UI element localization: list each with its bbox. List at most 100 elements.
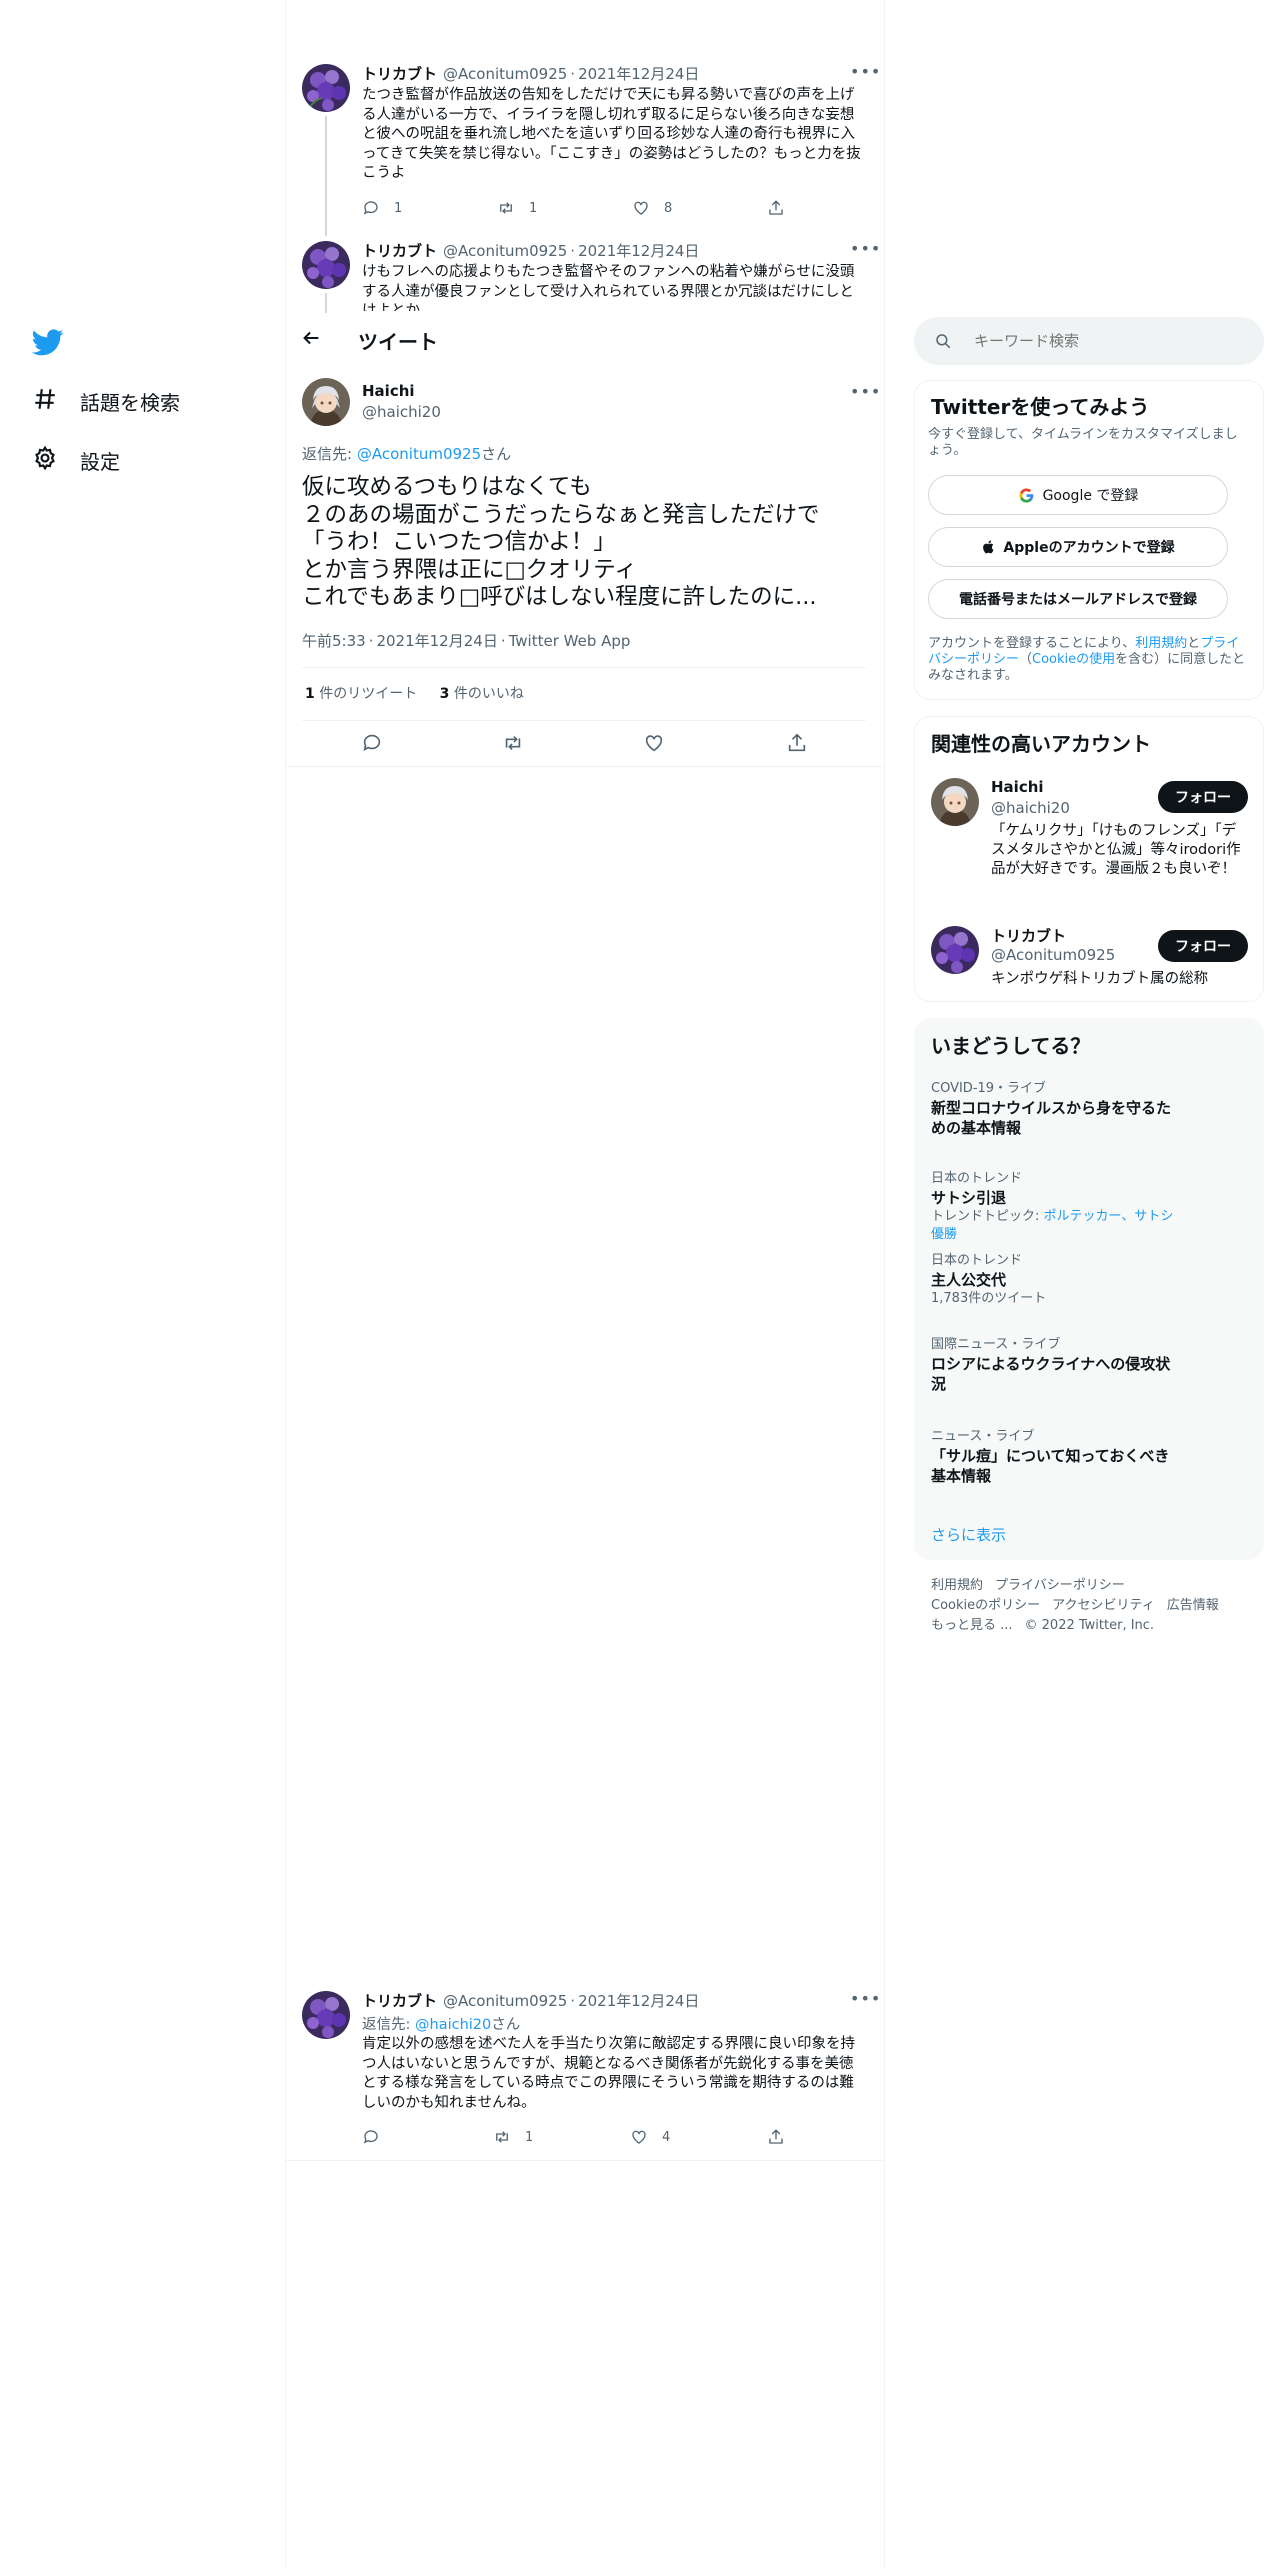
divider	[286, 2160, 884, 2161]
reply-to-line: 返信先: @Aconitum0925さん	[302, 445, 512, 463]
twitter-logo-icon[interactable]	[31, 326, 64, 358]
avatar-torikabuto[interactable]	[302, 241, 350, 289]
back-arrow-icon[interactable]	[300, 327, 324, 351]
tweet-author-name[interactable]: トリカブト	[362, 242, 437, 260]
nav-explore-label: 話題を検索	[80, 390, 180, 415]
nav-settings[interactable]: 設定	[32, 438, 120, 482]
reply-icon	[363, 2130, 378, 2144]
tweet-author-handle[interactable]: @Aconitum0925	[443, 1992, 567, 2010]
footer-privacy[interactable]: プライバシーポリシー	[995, 1578, 1125, 1593]
footer-accessibility[interactable]: アクセシビリティ	[1052, 1598, 1155, 1613]
footer-terms[interactable]: 利用規約	[931, 1578, 983, 1593]
tweet-timestamp: 午前5:33 · 2021年12月24日 · Twitter Web App	[302, 632, 631, 650]
share-icon	[769, 200, 783, 215]
reply-button[interactable]	[361, 732, 383, 754]
tweet-date[interactable]: 2021年12月24日	[578, 242, 699, 260]
tweet-date[interactable]: 2021年12月24日	[578, 1992, 699, 2010]
share-button[interactable]	[767, 2128, 785, 2146]
share-button[interactable]	[786, 732, 808, 754]
avatar-haichi[interactable]	[302, 378, 350, 426]
avatar-torikabuto[interactable]	[302, 1991, 350, 2039]
like-button[interactable]: 4	[630, 2128, 670, 2146]
search-box[interactable]	[914, 317, 1264, 365]
like-button[interactable]: 8	[632, 199, 672, 217]
account-name[interactable]: トリカブト	[991, 925, 1066, 946]
column-border-right	[884, 0, 885, 2568]
trend-item[interactable]: 日本のトレンド サトシ引退 トレンドトピック: ポルテッカー、サトシ優勝	[931, 1170, 1181, 1244]
like-stat[interactable]: 3 件のいいね	[440, 686, 524, 702]
trend-item[interactable]: COVID-19・ライブ 新型コロナウイルスから身を守るための基本情報	[931, 1080, 1181, 1138]
reply-button[interactable]	[362, 2128, 380, 2146]
divider	[302, 720, 866, 721]
google-signup-button[interactable]: Google で登録	[928, 475, 1228, 515]
phone-email-signup-button[interactable]: 電話番号またはメールアドレスで登録	[928, 579, 1228, 619]
account-handle[interactable]: @haichi20	[991, 799, 1070, 817]
follow-button[interactable]: フォロー	[1158, 781, 1248, 813]
search-input[interactable]	[974, 332, 1234, 350]
footer-cookie[interactable]: Cookieのポリシー	[931, 1598, 1040, 1613]
trends-title: いまどうしてる？	[931, 1034, 1091, 1058]
reply-button[interactable]: 1	[362, 199, 402, 217]
footer-copyright: © 2022 Twitter, Inc.	[1024, 1618, 1155, 1633]
retweet-button[interactable]	[502, 732, 524, 754]
retweet-button[interactable]: 1	[493, 2128, 533, 2146]
tweet-author-name[interactable]: Haichi	[362, 382, 415, 400]
tweet-author-name[interactable]: トリカブト	[362, 65, 437, 83]
heart-icon	[632, 2130, 646, 2144]
trend-item[interactable]: 国際ニュース・ライブ ロシアによるウクライナへの侵攻状況	[931, 1336, 1181, 1394]
footer-ads[interactable]: 広告情報	[1167, 1598, 1219, 1613]
nav-explore[interactable]: 話題を検索	[32, 379, 180, 423]
reply-to-mention[interactable]: @haichi20	[415, 2017, 491, 2033]
more-icon[interactable]: •••	[850, 1989, 881, 2008]
tweet-time[interactable]: 午前5:33	[302, 632, 366, 650]
google-icon	[1018, 487, 1035, 504]
tweet-text: 肯定以外の感想を述べた人を手当たり次第に敵認定する界隈に良い印象を持つ人はいない…	[362, 2036, 855, 2111]
trend-item[interactable]: 日本のトレンド 主人公交代 1,783件のツイート	[931, 1252, 1181, 1308]
terms-link[interactable]: 利用規約	[1135, 636, 1187, 651]
related-title: 関連性の高いアカウント	[931, 732, 1151, 756]
tweet-header: トリカブト @Aconitum0925 · 2021年12月24日	[362, 242, 700, 260]
avatar-haichi[interactable]	[931, 778, 979, 826]
tweet-author-handle[interactable]: @haichi20	[362, 403, 441, 421]
show-more-link[interactable]: さらに表示	[931, 1524, 1006, 1545]
reply-icon	[363, 734, 381, 751]
avatar-torikabuto[interactable]	[931, 926, 979, 974]
tweet-page-header: ツイート	[286, 313, 884, 366]
retweet-icon	[500, 202, 512, 214]
avatar-torikabuto[interactable]	[302, 64, 350, 112]
reply-to-mention[interactable]: @Aconitum0925	[357, 445, 481, 463]
more-icon[interactable]: •••	[850, 62, 881, 81]
follow-button[interactable]: フォロー	[1158, 930, 1248, 962]
tweet-date[interactable]: 2021年12月24日	[578, 65, 699, 83]
cookie-link[interactable]: Cookieの使用	[1032, 652, 1115, 667]
signup-title: Twitterを使ってみよう	[931, 395, 1150, 419]
tweet-author-name[interactable]: トリカブト	[362, 1992, 437, 2010]
main-tweet-text: 仮に攻めるつもりはなくても ２のあの場面がこうだったらなぁと発言しただけで 「う…	[302, 474, 820, 610]
page-title: ツイート	[358, 330, 438, 354]
trend-item[interactable]: ニュース・ライブ 「サル痘」について知っておくべき基本情報	[931, 1428, 1181, 1486]
share-icon	[788, 733, 806, 752]
tweet-text: けもフレへの応援よりもたつき監督やそのファンへの粘着や嫌がらせに没頭する人達が優…	[362, 264, 855, 311]
apple-icon	[981, 539, 997, 555]
account-name[interactable]: Haichi	[991, 778, 1044, 796]
more-icon[interactable]: •••	[850, 382, 881, 401]
more-icon[interactable]: •••	[850, 239, 881, 258]
tweet-source[interactable]: Twitter Web App	[509, 632, 631, 650]
engagement-stats: 1 件のリツイート 3 件のいいね	[305, 683, 524, 703]
divider	[302, 667, 866, 668]
tweet-author-handle[interactable]: @Aconitum0925	[443, 242, 567, 260]
retweet-icon	[496, 2131, 508, 2143]
share-button[interactable]	[767, 199, 785, 217]
footer-more[interactable]: もっと見る ...	[931, 1618, 1013, 1633]
signup-subtitle: 今すぐ登録して、タイムラインをカスタマイズしましょう。	[928, 427, 1238, 458]
like-button[interactable]	[643, 732, 665, 754]
retweet-button[interactable]: 1	[497, 199, 537, 217]
tweet-text: たつき監督が作品放送の告知をしただけで天にも昇る勢いで喜びの声を上げる人達がいる…	[362, 87, 861, 181]
tweet-date[interactable]: 2021年12月24日	[376, 632, 497, 650]
tweet-author-handle[interactable]: @Aconitum0925	[443, 65, 567, 83]
account-handle[interactable]: @Aconitum0925	[991, 946, 1115, 964]
retweet-stat[interactable]: 1 件のリツイート	[305, 686, 417, 702]
thread-line	[325, 116, 327, 236]
search-icon	[934, 332, 952, 350]
apple-signup-button[interactable]: Appleのアカウントで登録	[928, 527, 1228, 567]
